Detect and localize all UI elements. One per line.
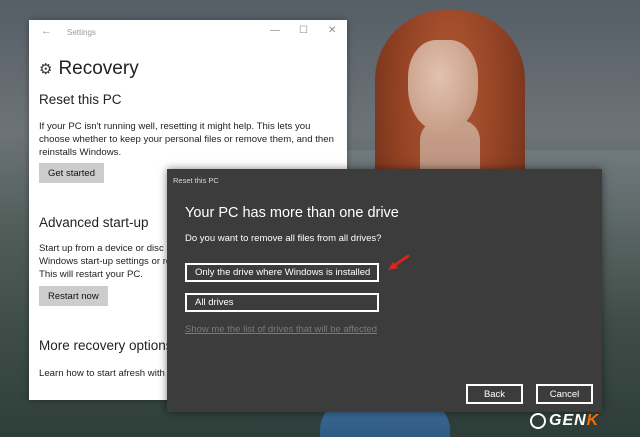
minimize-button[interactable]: — [270,25,280,36]
page-header: ⚙ Recovery [39,58,139,80]
red-arrow-annotation-icon [388,254,410,270]
restart-now-button[interactable]: Restart now [39,286,108,306]
reset-pc-dialog: Reset this PC Your PC has more than one … [167,169,602,412]
genk-watermark: GENK [530,412,599,430]
cancel-button[interactable]: Cancel [536,384,593,404]
watermark-text: GENK [549,412,600,429]
dialog-question: Do you want to remove all files from all… [185,233,382,244]
all-drives-button[interactable]: All drives [185,293,379,312]
show-drives-link[interactable]: Show me the list of drives that will be … [185,324,377,335]
page-title: Recovery [58,58,139,79]
back-arrow-icon[interactable]: ← [41,25,52,37]
window-title: Settings [67,28,96,37]
dialog-heading: Your PC has more than one drive [185,205,399,221]
gear-icon: ⚙ [39,61,53,78]
portrait-face [408,40,478,132]
back-button[interactable]: Back [466,384,523,404]
maximize-button[interactable]: ☐ [299,25,308,36]
windows-drive-only-button[interactable]: Only the drive where Windows is installe… [185,263,379,282]
settings-titlebar: ← Settings — ☐ ✕ [29,20,347,44]
reset-section-heading: Reset this PC [39,92,122,107]
reset-section-description: If your PC isn't running well, resetting… [39,121,334,158]
get-started-button[interactable]: Get started [39,163,104,183]
dialog-title: Reset this PC [173,176,219,185]
more-options-heading: More recovery options [39,338,173,353]
genk-logo-icon [530,413,546,429]
advanced-section-heading: Advanced start-up [39,215,149,230]
close-button[interactable]: ✕ [328,25,336,36]
